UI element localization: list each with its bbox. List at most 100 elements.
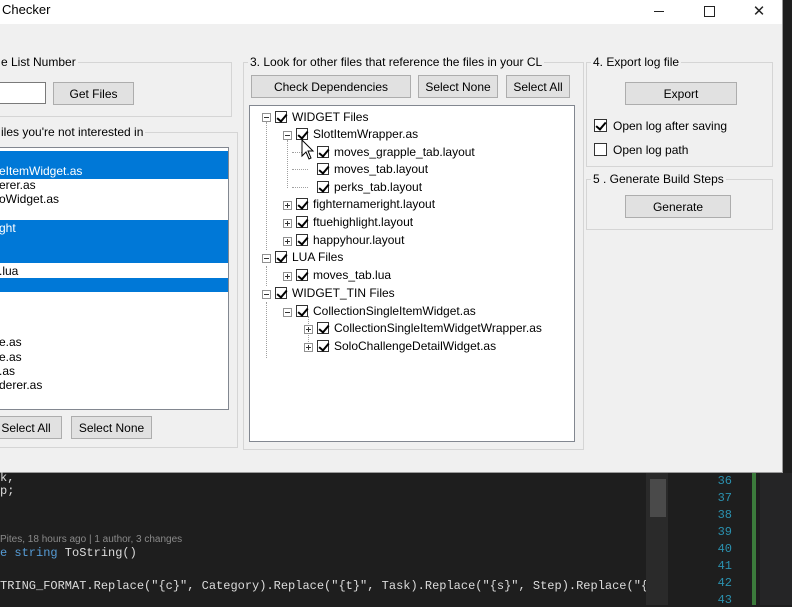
list-item[interactable]: eItemWidget.as (0, 164, 228, 178)
exclude-files-legend: iles you're not interested in (1, 125, 144, 139)
expand-icon[interactable] (283, 201, 292, 210)
export-log-legend: 4. Export log file (593, 55, 680, 69)
selection-highlight (0, 278, 228, 292)
line-number: 40 (717, 542, 732, 556)
code-line: p; (0, 484, 15, 498)
window-title: Checker (2, 2, 51, 17)
tree-node-label[interactable]: perks_tab.layout (334, 180, 422, 194)
tree-node-label[interactable]: moves_tab.layout (334, 162, 428, 176)
collapse-icon[interactable] (283, 131, 292, 140)
tree-checkbox[interactable] (317, 163, 329, 175)
code-method: ToString() (57, 546, 137, 560)
list-item[interactable]: .lua (0, 264, 228, 278)
code-line: TRING_FORMAT.Replace("{c}", Category).Re… (0, 579, 652, 593)
change-indicator (752, 473, 756, 605)
select-all-excluded-button[interactable]: Select All (0, 416, 62, 439)
dependencies-legend: 3. Look for other files that reference t… (250, 55, 543, 69)
tree-node-label[interactable]: SlotItemWrapper.as (313, 127, 418, 141)
select-none-excluded-button[interactable]: Select None (71, 416, 152, 439)
select-all-button[interactable]: Select All (506, 75, 570, 98)
list-item[interactable]: oWidget.as (0, 192, 228, 206)
expand-icon[interactable] (283, 272, 292, 281)
tree-checkbox[interactable] (317, 340, 329, 352)
list-item[interactable]: erer.as (0, 178, 228, 192)
tree-node-label[interactable]: SoloChallengeDetailWidget.as (334, 339, 496, 353)
expand-icon[interactable] (283, 237, 292, 246)
maximize-button[interactable] (686, 0, 732, 22)
tree-connector (292, 187, 308, 188)
get-files-button[interactable]: Get Files (53, 82, 134, 105)
scrollbar-thumb[interactable] (650, 479, 666, 517)
expand-icon[interactable] (304, 343, 313, 352)
open-after-saving-label[interactable]: Open log after saving (613, 119, 727, 133)
tree-connector (292, 169, 308, 170)
tree-node-label[interactable]: fighternameright.layout (313, 197, 435, 211)
tree-checkbox[interactable] (296, 305, 308, 317)
tree-connector (287, 140, 288, 188)
code-keyword: e string (0, 546, 58, 560)
list-item[interactable]: e.as (0, 335, 228, 349)
tree-connector (266, 302, 267, 358)
tree-checkbox[interactable] (317, 181, 329, 193)
tree-checkbox[interactable] (296, 198, 308, 210)
tree-node-label[interactable]: WIDGET Files (292, 110, 368, 124)
list-item[interactable]: ght (0, 221, 228, 235)
tree-node-label[interactable]: ftuehighlight.layout (313, 215, 413, 229)
check-dependencies-button[interactable]: Check Dependencies (251, 75, 411, 98)
tree-checkbox[interactable] (296, 234, 308, 246)
close-button[interactable]: ✕ (736, 0, 782, 22)
dependency-tree[interactable]: WIDGET Files SlotItemWrapper.as moves_gr… (249, 105, 575, 442)
line-number: 42 (717, 576, 732, 590)
tree-checkbox[interactable] (275, 111, 287, 123)
open-log-path-label[interactable]: Open log path (613, 143, 688, 157)
code-line: k, (0, 471, 15, 485)
code-editor-background: k, p; Pites, 18 hours ago | 1 author, 3 … (0, 471, 792, 607)
minimize-button[interactable] (636, 0, 682, 22)
tree-node-label[interactable]: LUA Files (292, 250, 343, 264)
changelist-legend: e List Number (1, 55, 76, 69)
select-none-button[interactable]: Select None (418, 75, 498, 98)
code-line: e string ToString() (0, 546, 137, 560)
open-log-path-checkbox[interactable] (594, 143, 607, 156)
generate-button[interactable]: Generate (625, 195, 731, 218)
close-icon: ✕ (752, 3, 766, 20)
collapse-icon[interactable] (262, 254, 271, 263)
tree-connector (266, 266, 267, 286)
tree-checkbox[interactable] (317, 146, 329, 158)
checker-window: Checker ✕ e List Number Get Files iles y… (0, 0, 783, 473)
title-bar[interactable]: Checker ✕ (0, 0, 782, 24)
exclude-files-listbox[interactable]: eItemWidget.as erer.as oWidget.as ght .l… (0, 147, 229, 410)
editor-scrollbar[interactable] (760, 473, 792, 605)
tree-checkbox[interactable] (317, 322, 329, 334)
collapse-icon[interactable] (262, 113, 271, 122)
tree-node-label[interactable]: moves_tab.lua (313, 268, 391, 282)
tree-node-label[interactable]: WIDGET_TIN Files (292, 286, 395, 300)
list-item[interactable]: e.as (0, 350, 228, 364)
line-number: 39 (717, 525, 732, 539)
tree-node-label[interactable]: happyhour.layout (313, 233, 404, 247)
codelens-info[interactable]: Pites, 18 hours ago | 1 author, 3 change… (0, 534, 182, 545)
list-item[interactable]: derer.as (0, 378, 228, 392)
collapse-icon[interactable] (283, 308, 292, 317)
export-button[interactable]: Export (625, 82, 737, 105)
tree-connector (266, 122, 267, 250)
tree-checkbox[interactable] (275, 287, 287, 299)
tree-node-label[interactable]: CollectionSingleItemWidgetWrapper.as (334, 321, 542, 335)
minimize-icon (654, 10, 664, 12)
build-steps-legend: 5 . Generate Build Steps (593, 172, 724, 186)
collapse-icon[interactable] (262, 290, 271, 299)
tree-node-label[interactable]: CollectionSingleItemWidget.as (313, 304, 476, 318)
tree-checkbox[interactable] (296, 269, 308, 281)
changelist-number-input[interactable] (0, 82, 46, 104)
open-after-saving-checkbox[interactable] (594, 119, 607, 132)
line-number: 36 (717, 474, 732, 488)
expand-icon[interactable] (304, 325, 313, 334)
line-number: 41 (717, 559, 732, 573)
tree-checkbox[interactable] (275, 251, 287, 263)
tree-checkbox[interactable] (296, 216, 308, 228)
tree-node-label[interactable]: moves_grapple_tab.layout (334, 145, 475, 159)
mouse-cursor-icon (301, 139, 315, 160)
expand-icon[interactable] (283, 219, 292, 228)
line-number: 37 (717, 491, 732, 505)
list-item[interactable]: .as (0, 364, 228, 378)
